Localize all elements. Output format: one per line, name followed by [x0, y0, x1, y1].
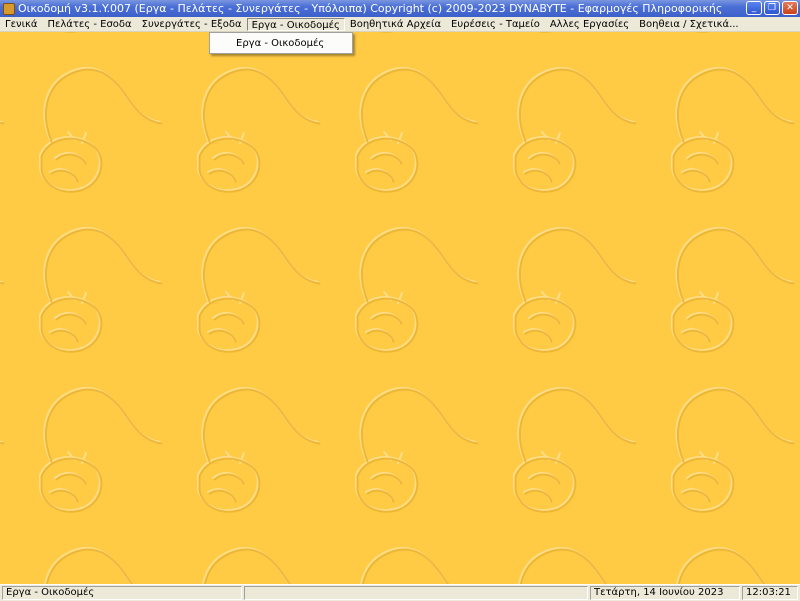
- status-empty-panel: [244, 586, 588, 600]
- menu-search-cashbox[interactable]: Ευρέσεις - Ταμείο: [446, 18, 545, 31]
- app-icon[interactable]: [3, 2, 15, 15]
- menu-general[interactable]: Γενικά: [0, 18, 42, 31]
- window-controls: _ ❐ ✕: [746, 1, 798, 15]
- dropdown-item-projects-buildings[interactable]: Εργα - Οικοδομές: [212, 36, 350, 51]
- status-message: Εργα - Οικοδομές: [2, 586, 242, 600]
- workspace: [0, 32, 800, 584]
- menu-other-tasks[interactable]: Αλλες Εργασίες: [545, 18, 634, 31]
- title-bar[interactable]: Οικοδομή v3.1.Y.007 (Εργα - Πελάτες - Συ…: [0, 0, 800, 17]
- status-time: 12:03:21: [742, 586, 798, 600]
- window-title: Οικοδομή v3.1.Y.007 (Εργα - Πελάτες - Συ…: [18, 2, 723, 15]
- menu-partners-expenses[interactable]: Συνεργάτες - Εξοδα: [137, 18, 247, 31]
- status-bar: Εργα - Οικοδομές Τετάρτη, 14 Ιουνίου 202…: [0, 584, 800, 601]
- projects-dropdown: Εργα - Οικοδομές: [209, 32, 353, 54]
- maximize-button[interactable]: ❐: [764, 1, 780, 15]
- status-date: Τετάρτη, 14 Ιουνίου 2023: [590, 586, 740, 600]
- menu-auxiliary-files[interactable]: Βοηθητικά Αρχεία: [345, 18, 446, 31]
- menu-help-about[interactable]: Βοηθεια / Σχετικά...: [634, 18, 743, 31]
- flower-watermark-icon: [0, 32, 800, 584]
- minimize-button[interactable]: _: [746, 1, 762, 15]
- menu-bar: Γενικά Πελάτες - Εσοδα Συνεργάτες - Εξοδ…: [0, 17, 800, 32]
- menu-clients-income[interactable]: Πελάτες - Εσοδα: [42, 18, 136, 31]
- menu-projects-buildings[interactable]: Εργα - Οικοδομές: [246, 17, 345, 31]
- close-button[interactable]: ✕: [782, 1, 798, 15]
